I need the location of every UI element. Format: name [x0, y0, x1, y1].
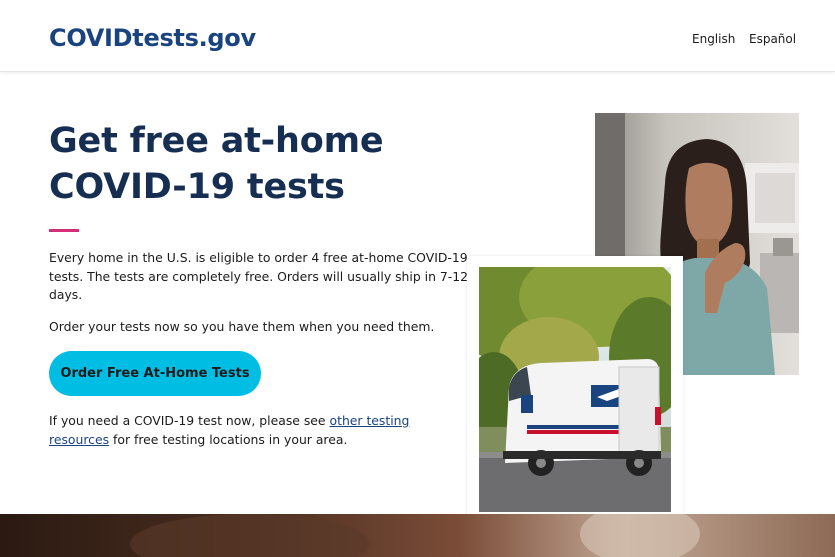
site-logo[interactable]: COVIDtests.gov [49, 24, 256, 52]
testing-resources-text-before: If you need a COVID-19 test now, please … [49, 413, 330, 428]
page-title-line2: COVID-19 tests [49, 167, 345, 207]
order-tests-button[interactable]: Order Free At-Home Tests [49, 351, 261, 396]
eligibility-text: Every home in the U.S. is eligible to or… [49, 250, 469, 302]
page-title: Get free at-home COVID-19 tests [49, 118, 469, 210]
order-now-text: Order your tests now so you have them wh… [49, 319, 435, 334]
testing-resources-text: If you need a COVID-19 test now, please … [49, 412, 469, 449]
bottom-photo-strip [0, 514, 835, 557]
language-english-link[interactable]: English [692, 32, 735, 46]
site-header: COVIDtests.gov English Español [0, 0, 835, 72]
van-photo-frame [467, 256, 683, 526]
page-title-line1: Get free at-home [49, 121, 384, 161]
testing-resources-text-after: for free testing locations in your area. [109, 431, 348, 447]
title-accent-bar [49, 229, 79, 232]
language-spanish-link[interactable]: Español [749, 32, 796, 46]
usps-van-photo [479, 267, 671, 512]
